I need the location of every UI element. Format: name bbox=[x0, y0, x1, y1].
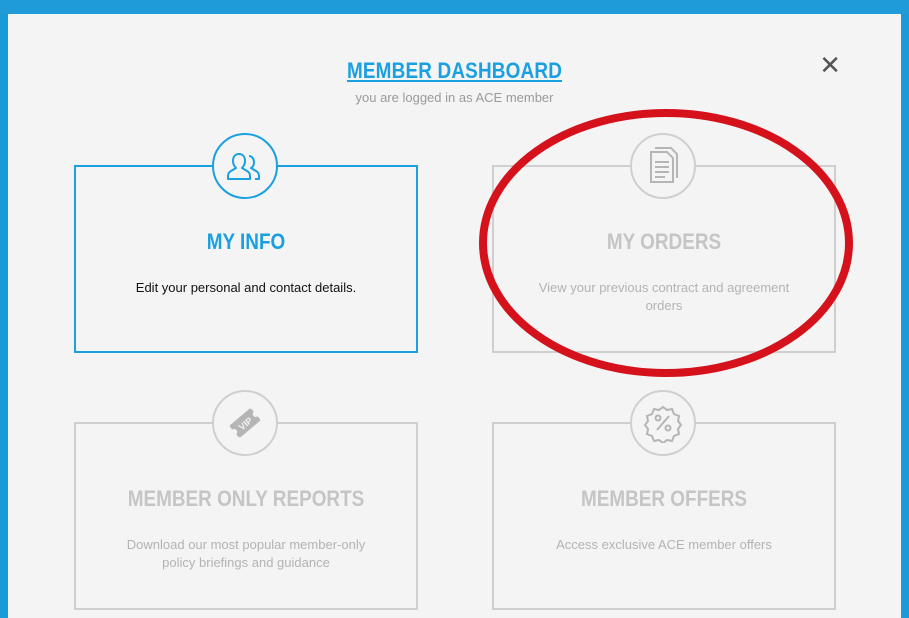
card-title: MEMBER ONLY REPORTS bbox=[127, 486, 365, 511]
card-description: Access exclusive ACE member offers bbox=[556, 537, 772, 552]
card-title: MEMBER OFFERS bbox=[580, 486, 748, 511]
login-status-text: you are logged in as ACE member bbox=[355, 90, 554, 105]
document-icon[interactable] bbox=[630, 133, 696, 199]
close-icon[interactable]: ✕ bbox=[819, 52, 841, 78]
users-icon[interactable] bbox=[212, 133, 278, 199]
page-title[interactable]: MEMBER DASHBOARD bbox=[71, 58, 839, 84]
card-title: MY INFO bbox=[206, 229, 286, 254]
percent-badge-icon[interactable] bbox=[630, 390, 696, 456]
card-description: Edit your personal and contact details. bbox=[135, 280, 357, 295]
top-bar bbox=[0, 0, 909, 14]
card-description: Download our most popular member-only po… bbox=[126, 537, 366, 570]
card-description: View your previous contract and agreemen… bbox=[538, 280, 790, 313]
vip-ticket-icon[interactable]: VIP bbox=[212, 390, 278, 456]
card-title: MY ORDERS bbox=[606, 229, 722, 254]
member-dashboard-modal: MEMBER DASHBOARD you are logged in as AC… bbox=[6, 14, 903, 618]
